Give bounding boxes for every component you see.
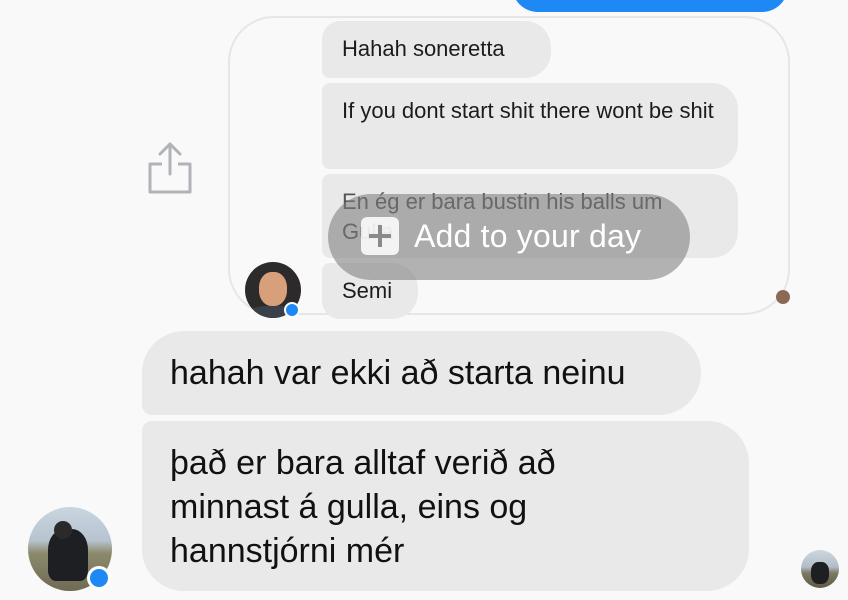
avatar-face — [259, 272, 287, 306]
read-receipt-avatar — [801, 550, 839, 588]
avatar-head — [54, 521, 72, 539]
messenger-badge-icon — [87, 566, 111, 590]
quoted-message-1[interactable]: Hahah soneretta — [322, 21, 551, 78]
plus-icon — [361, 217, 399, 255]
quoted-message-2[interactable]: If you dont start shit there wont be shi… — [322, 83, 738, 169]
outgoing-message-bubble[interactable] — [512, 0, 788, 12]
read-receipt-avatar-small — [776, 290, 790, 304]
avatar-person — [811, 562, 829, 584]
incoming-message-2[interactable]: það er bara alltaf verið að minnast á gu… — [142, 421, 749, 591]
add-to-your-day-label: Add to your day — [414, 218, 642, 254]
add-to-your-day-button[interactable]: Add to your day — [328, 194, 690, 280]
incoming-message-1[interactable]: hahah var ekki að starta neinu — [142, 331, 701, 415]
messenger-badge-icon — [284, 302, 300, 318]
share-icon[interactable] — [146, 140, 194, 196]
chat-screen: Hahah soneretta If you dont start shit t… — [0, 0, 848, 600]
